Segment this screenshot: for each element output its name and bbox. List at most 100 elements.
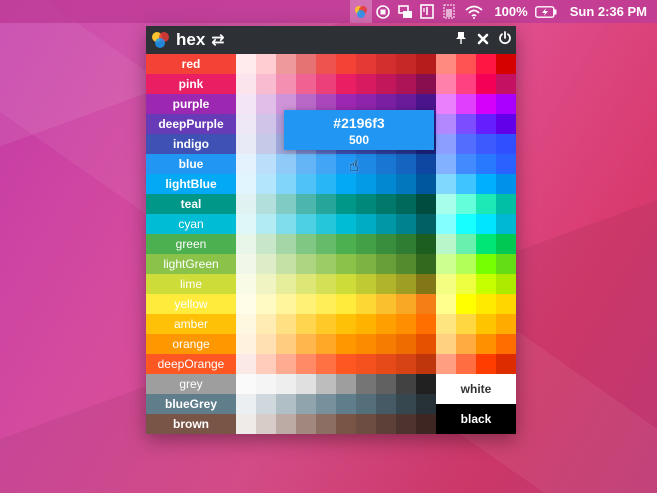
- color-swatch[interactable]: [376, 254, 396, 274]
- accent-swatch[interactable]: [436, 214, 456, 234]
- color-swatch[interactable]: [416, 374, 436, 394]
- accent-swatch[interactable]: [436, 234, 456, 254]
- color-swatch[interactable]: [256, 114, 276, 134]
- color-swatch[interactable]: [396, 194, 416, 214]
- accent-swatch[interactable]: [436, 294, 456, 314]
- color-swatch[interactable]: [416, 354, 436, 374]
- accent-swatch[interactable]: [456, 174, 476, 194]
- color-swatch[interactable]: [316, 254, 336, 274]
- power-icon[interactable]: [494, 31, 516, 49]
- color-swatch[interactable]: [396, 214, 416, 234]
- color-swatch[interactable]: [296, 314, 316, 334]
- color-swatch[interactable]: [236, 374, 256, 394]
- color-swatch[interactable]: [336, 174, 356, 194]
- color-row-label[interactable]: indigo: [146, 134, 236, 154]
- accent-swatch[interactable]: [496, 114, 516, 134]
- color-swatch[interactable]: [256, 394, 276, 414]
- accent-swatch[interactable]: [496, 314, 516, 334]
- color-row-label[interactable]: blue: [146, 154, 236, 174]
- color-swatch[interactable]: [396, 414, 416, 434]
- color-swatch[interactable]: [296, 174, 316, 194]
- color-swatch[interactable]: [376, 174, 396, 194]
- accent-swatch[interactable]: [496, 274, 516, 294]
- accent-swatch[interactable]: [476, 214, 496, 234]
- color-swatch[interactable]: [256, 134, 276, 154]
- accent-swatch[interactable]: [436, 114, 456, 134]
- black-swatch[interactable]: black: [436, 404, 516, 434]
- color-swatch[interactable]: [356, 394, 376, 414]
- color-row-label[interactable]: brown: [146, 414, 236, 434]
- accent-swatch[interactable]: [456, 314, 476, 334]
- color-swatch[interactable]: [316, 334, 336, 354]
- color-swatch[interactable]: [336, 394, 356, 414]
- color-swatch[interactable]: [416, 194, 436, 214]
- accent-swatch[interactable]: [436, 54, 456, 74]
- color-swatch[interactable]: [236, 54, 256, 74]
- color-swatch[interactable]: [316, 154, 336, 174]
- color-swatch[interactable]: [316, 54, 336, 74]
- accent-swatch[interactable]: [496, 354, 516, 374]
- color-swatch[interactable]: [356, 194, 376, 214]
- color-swatch[interactable]: [376, 294, 396, 314]
- color-swatch[interactable]: [376, 274, 396, 294]
- color-row-label[interactable]: blueGrey: [146, 394, 236, 414]
- color-swatch[interactable]: [396, 374, 416, 394]
- accent-swatch[interactable]: [456, 114, 476, 134]
- color-swatch[interactable]: [316, 314, 336, 334]
- color-swatch[interactable]: [236, 74, 256, 94]
- screen-share-icon[interactable]: [394, 0, 416, 23]
- color-swatch[interactable]: [336, 234, 356, 254]
- color-swatch[interactable]: [256, 294, 276, 314]
- accent-swatch[interactable]: [456, 94, 476, 114]
- color-row-label[interactable]: grey: [146, 374, 236, 394]
- stop-icon[interactable]: [372, 0, 394, 23]
- color-swatch[interactable]: [236, 254, 256, 274]
- accent-swatch[interactable]: [456, 194, 476, 214]
- color-swatch[interactable]: [236, 354, 256, 374]
- accent-swatch[interactable]: [456, 334, 476, 354]
- color-swatch[interactable]: [276, 54, 296, 74]
- color-swatch[interactable]: [256, 354, 276, 374]
- color-swatch[interactable]: [316, 354, 336, 374]
- color-swatch[interactable]: [336, 214, 356, 234]
- color-swatch[interactable]: [276, 234, 296, 254]
- color-row-label[interactable]: red: [146, 54, 236, 74]
- accent-swatch[interactable]: [496, 294, 516, 314]
- accent-swatch[interactable]: [476, 154, 496, 174]
- accent-swatch[interactable]: [456, 234, 476, 254]
- color-swatch[interactable]: [236, 294, 256, 314]
- accent-swatch[interactable]: [436, 174, 456, 194]
- color-swatch[interactable]: [296, 154, 316, 174]
- color-swatch[interactable]: [396, 254, 416, 274]
- accent-swatch[interactable]: [476, 174, 496, 194]
- color-swatch[interactable]: [396, 314, 416, 334]
- color-swatch[interactable]: [416, 174, 436, 194]
- color-swatch[interactable]: [396, 154, 416, 174]
- color-swatch[interactable]: [416, 74, 436, 94]
- accent-swatch[interactable]: [436, 94, 456, 114]
- accent-swatch[interactable]: [436, 74, 456, 94]
- accent-swatch[interactable]: [456, 354, 476, 374]
- color-swatch[interactable]: [316, 214, 336, 234]
- color-swatch[interactable]: [256, 174, 276, 194]
- color-swatch[interactable]: [416, 394, 436, 414]
- color-swatch[interactable]: [316, 174, 336, 194]
- color-swatch[interactable]: [356, 374, 376, 394]
- accent-swatch[interactable]: [456, 294, 476, 314]
- accent-swatch[interactable]: [476, 254, 496, 274]
- color-swatch[interactable]: [296, 334, 316, 354]
- color-swatch[interactable]: [236, 174, 256, 194]
- color-swatch[interactable]: [396, 354, 416, 374]
- accent-swatch[interactable]: [476, 354, 496, 374]
- accent-swatch[interactable]: [476, 194, 496, 214]
- color-swatch[interactable]: [356, 154, 376, 174]
- color-swatch[interactable]: [276, 274, 296, 294]
- accent-swatch[interactable]: [436, 134, 456, 154]
- color-swatch[interactable]: [276, 294, 296, 314]
- color-swatch[interactable]: [356, 274, 376, 294]
- color-swatch[interactable]: [416, 234, 436, 254]
- color-swatch[interactable]: [336, 54, 356, 74]
- color-swatch[interactable]: [376, 414, 396, 434]
- color-swatch[interactable]: [276, 74, 296, 94]
- color-swatch[interactable]: [296, 214, 316, 234]
